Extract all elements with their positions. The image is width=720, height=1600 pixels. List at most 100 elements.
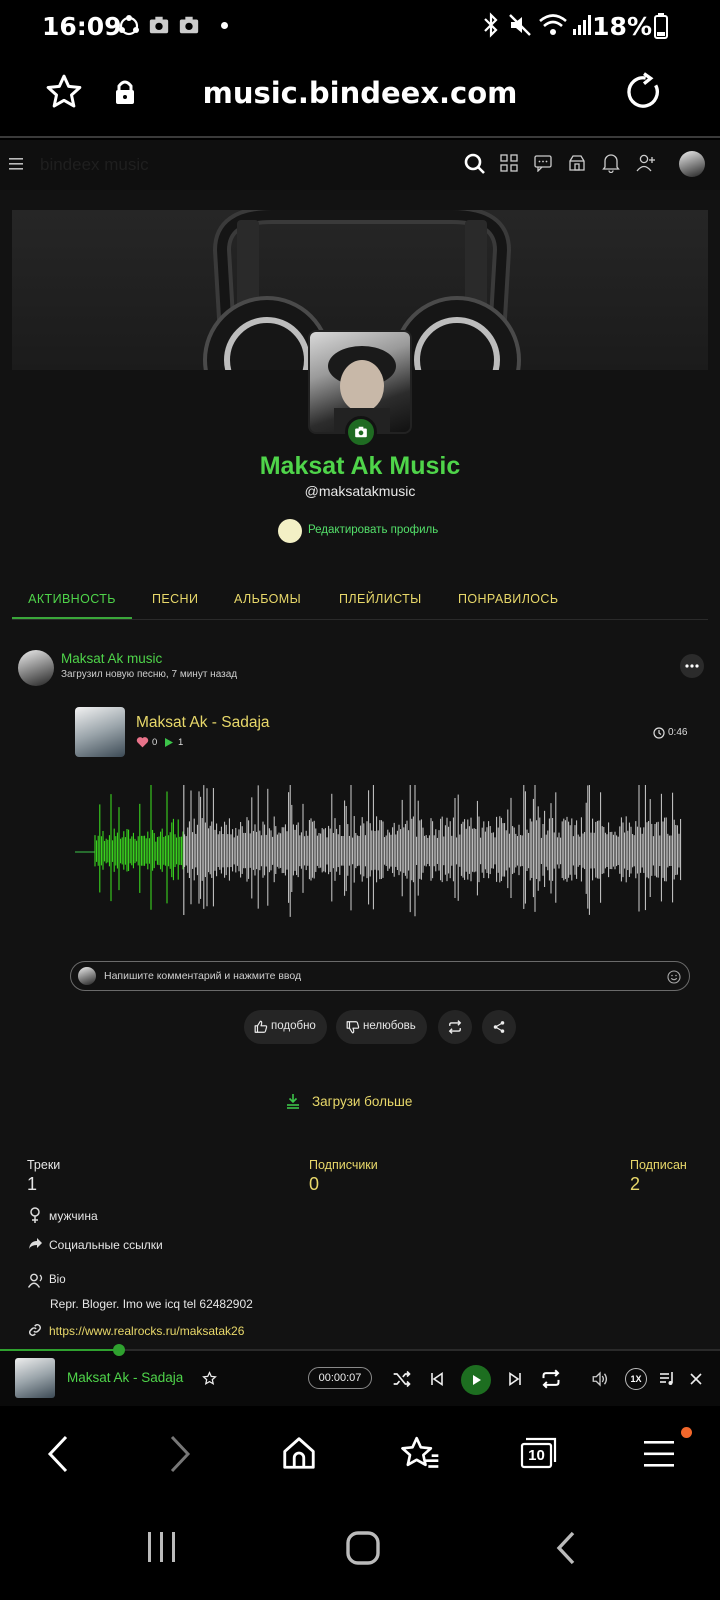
close-player-icon[interactable] (690, 1373, 702, 1385)
social-links-label[interactable]: Социальные ссылки (49, 1238, 163, 1252)
gender-text: мужчина (49, 1209, 98, 1223)
player-track-title[interactable]: Maksat Ak - Sadaja (67, 1370, 183, 1385)
site-header: bindeex music (0, 140, 720, 190)
bio-icon (28, 1273, 43, 1288)
status-time: 16:09 (42, 12, 122, 41)
track-cover[interactable] (75, 707, 125, 757)
stat-tracks-value[interactable]: 1 (27, 1174, 37, 1195)
system-back-icon[interactable] (554, 1530, 578, 1566)
sync-icon (119, 15, 139, 36)
thumbs-up-icon (254, 1020, 268, 1033)
player-time-text: 00:00:07 (318, 1372, 362, 1384)
battery-percent: 18% (592, 12, 652, 41)
like-button[interactable]: подобно (244, 1010, 327, 1044)
track-waveform[interactable] (75, 785, 687, 920)
play-button[interactable] (461, 1365, 491, 1395)
player-progress-handle[interactable] (112, 1344, 125, 1356)
track-like-count: 0 (152, 737, 158, 748)
dislike-button[interactable]: нелюбовь (336, 1010, 427, 1044)
edit-profile-icon (278, 519, 302, 543)
dislike-label: нелюбовь (363, 1020, 416, 1032)
menu-icon[interactable] (642, 1439, 676, 1469)
hamburger-menu-icon[interactable] (9, 157, 25, 171)
stat-following-label: Подписан (630, 1158, 687, 1172)
home-button-icon[interactable] (345, 1530, 381, 1566)
post-options-button[interactable] (680, 654, 704, 678)
tab-albums[interactable]: АЛЬБОМЫ (234, 578, 301, 619)
browser-address-bar: music.bindeex.com (0, 52, 720, 138)
previous-track-icon[interactable] (430, 1372, 444, 1386)
gender-female-icon (30, 1207, 40, 1223)
user-avatar[interactable] (679, 151, 705, 177)
add-user-icon[interactable] (636, 153, 656, 173)
profile-name: Maksat Ak Music (259, 452, 461, 480)
track-duration: 0:46 (668, 727, 688, 738)
favorite-star-icon[interactable] (202, 1371, 217, 1386)
comment-placeholder: Напишите комментарий и нажмите ввод (104, 970, 302, 982)
status-bar: 16:09 18% (0, 0, 720, 52)
post-meta: Загрузил новую песню, 7 минут назад (61, 669, 238, 680)
next-track-icon[interactable] (508, 1372, 522, 1386)
search-icon[interactable] (464, 153, 486, 175)
repost-icon (448, 1020, 462, 1034)
site-title[interactable]: bindeex music (40, 155, 149, 175)
share-arrow-icon (29, 1238, 42, 1249)
stat-following-value[interactable]: 2 (630, 1174, 640, 1195)
edit-profile-label: Редактировать профиль (308, 524, 439, 536)
tab-liked[interactable]: ПОНРАВИЛОСЬ (458, 578, 558, 619)
messages-icon[interactable] (534, 154, 552, 172)
bluetooth-icon (484, 12, 498, 38)
home-icon[interactable] (280, 1434, 318, 1472)
bio-label: Bio (49, 1274, 66, 1286)
comment-input[interactable]: Напишите комментарий и нажмите ввод (70, 961, 690, 991)
url-text[interactable]: music.bindeex.com (0, 76, 720, 110)
download-icon (287, 1094, 299, 1109)
store-icon[interactable] (568, 154, 586, 172)
tab-songs[interactable]: ПЕСНИ (152, 578, 198, 619)
share-icon (493, 1021, 505, 1033)
player-track-cover[interactable] (15, 1358, 55, 1398)
forward-icon[interactable] (166, 1434, 194, 1474)
profile-handle: @maksatakmusic (304, 483, 416, 499)
stat-followers-label: Подписчики (309, 1158, 378, 1172)
apps-grid-icon[interactable] (500, 154, 518, 172)
recent-apps-icon[interactable] (146, 1530, 178, 1564)
emoji-icon[interactable] (667, 970, 681, 984)
mute-icon (509, 14, 531, 36)
notifications-bell-icon[interactable] (602, 153, 620, 173)
track-title[interactable]: Maksat Ak - Sadaja (136, 714, 270, 732)
tabs-button[interactable]: 10 (520, 1437, 558, 1469)
repost-button[interactable] (438, 1010, 472, 1044)
track-play-count: 1 (178, 737, 184, 748)
playback-speed-button[interactable]: 1X (625, 1368, 647, 1390)
queue-icon[interactable] (659, 1371, 675, 1386)
clock-icon (653, 727, 665, 739)
post-author-avatar[interactable] (18, 650, 54, 686)
share-button[interactable] (482, 1010, 516, 1044)
back-icon[interactable] (44, 1434, 72, 1474)
system-nav-bar (0, 1506, 720, 1600)
notification-dot (221, 22, 228, 29)
link-icon (29, 1324, 41, 1336)
website-link[interactable]: https://www.realrocks.ru/maksatak26 (49, 1324, 244, 1338)
tab-count: 10 (528, 1447, 545, 1464)
stat-followers-value[interactable]: 0 (309, 1174, 319, 1195)
shuffle-icon[interactable] (392, 1369, 412, 1389)
repeat-icon[interactable] (541, 1369, 561, 1389)
play-icon (473, 1375, 481, 1385)
tab-playlists[interactable]: ПЛЕЙЛИСТЫ (339, 578, 422, 619)
stat-tracks-label: Треки (27, 1158, 61, 1172)
more-dots-icon (685, 664, 699, 668)
volume-icon[interactable] (591, 1370, 609, 1388)
camera-icon (179, 16, 199, 34)
change-avatar-button[interactable] (345, 416, 377, 448)
thumbs-down-icon (346, 1021, 360, 1034)
bio-text: Repr. Bloger. Imo we icq tel 62482902 (50, 1297, 253, 1311)
camera-icon (355, 426, 367, 438)
menu-badge (681, 1427, 692, 1438)
tab-activity[interactable]: АКТИВНОСТЬ (12, 578, 132, 619)
post-author-name[interactable]: Maksat Ak music (61, 651, 162, 666)
reload-icon[interactable] (624, 72, 664, 112)
heart-icon[interactable] (136, 736, 149, 748)
bookmarks-icon[interactable] (400, 1434, 440, 1474)
